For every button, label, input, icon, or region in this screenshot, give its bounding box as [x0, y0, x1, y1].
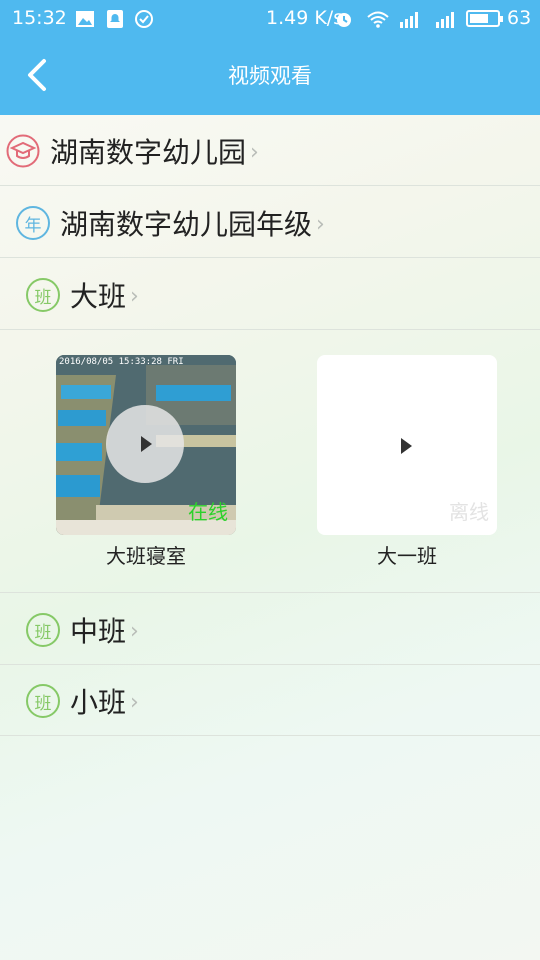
status-bar: 15:32 1.49 K/s 63: [0, 0, 540, 38]
list-item-label: 小班 ›: [70, 686, 139, 719]
class-badge-icon: 班: [26, 278, 60, 312]
chevron-right-icon: ›: [316, 212, 325, 237]
network-speed: 1.49 K/s: [266, 7, 344, 29]
battery-icon: [466, 10, 503, 27]
play-button[interactable]: [106, 405, 184, 483]
camera-tile-online[interactable]: 2016/08/05 15:33:28 FRI 在线: [56, 355, 236, 535]
image-icon: [76, 11, 94, 27]
check-circle-icon: [135, 10, 153, 28]
grade-badge-icon: 年: [16, 206, 50, 240]
alarm-icon: [337, 13, 351, 27]
class-badge-icon: 班: [26, 684, 60, 718]
camera-tile-offline[interactable]: 离线: [317, 355, 497, 535]
chevron-right-icon: ›: [130, 690, 139, 715]
list-item-class-da[interactable]: 班 大班 ›: [0, 259, 540, 330]
list-item-grade[interactable]: 年 湖南数字幼儿园年级 ›: [0, 187, 540, 258]
class-badge-icon: 班: [26, 613, 60, 647]
camera-status-offline: 离线: [449, 500, 489, 524]
list-item-class-xiao[interactable]: 班 小班 ›: [0, 665, 540, 736]
list-item-kindergarten[interactable]: 湖南数字幼儿园 ›: [0, 115, 540, 186]
chevron-right-icon: ›: [250, 140, 259, 165]
wifi-icon: [367, 11, 389, 28]
signal-icon: [436, 12, 454, 28]
notification-icon: [107, 10, 123, 28]
camera-grid: 2016/08/05 15:33:28 FRI 在线 大班寝室 离线 大一班: [0, 330, 540, 593]
camera-name: 大一班: [377, 544, 437, 568]
play-icon: [401, 438, 412, 454]
camera-status-online: 在线: [188, 500, 228, 524]
graduation-cap-icon: [6, 134, 40, 168]
chevron-right-icon: ›: [130, 619, 139, 644]
chevron-right-icon: ›: [130, 284, 139, 309]
app-header: 15:32 1.49 K/s 63 视频观看: [0, 0, 540, 115]
list-item-label: 湖南数字幼儿园年级 ›: [60, 208, 325, 241]
page-title: 视频观看: [228, 64, 312, 88]
camera-osd-timestamp: 2016/08/05 15:33:28 FRI: [59, 357, 184, 367]
status-time: 15:32: [12, 7, 67, 29]
camera-name: 大班寝室: [106, 544, 186, 568]
list-item-label: 大班 ›: [70, 280, 139, 313]
list-item-label: 中班 ›: [70, 615, 139, 648]
signal-4g-icon: [400, 12, 418, 28]
list-item-class-zhong[interactable]: 班 中班 ›: [0, 594, 540, 665]
battery-level: 63: [507, 7, 532, 29]
list-item-label: 湖南数字幼儿园 ›: [50, 136, 259, 169]
